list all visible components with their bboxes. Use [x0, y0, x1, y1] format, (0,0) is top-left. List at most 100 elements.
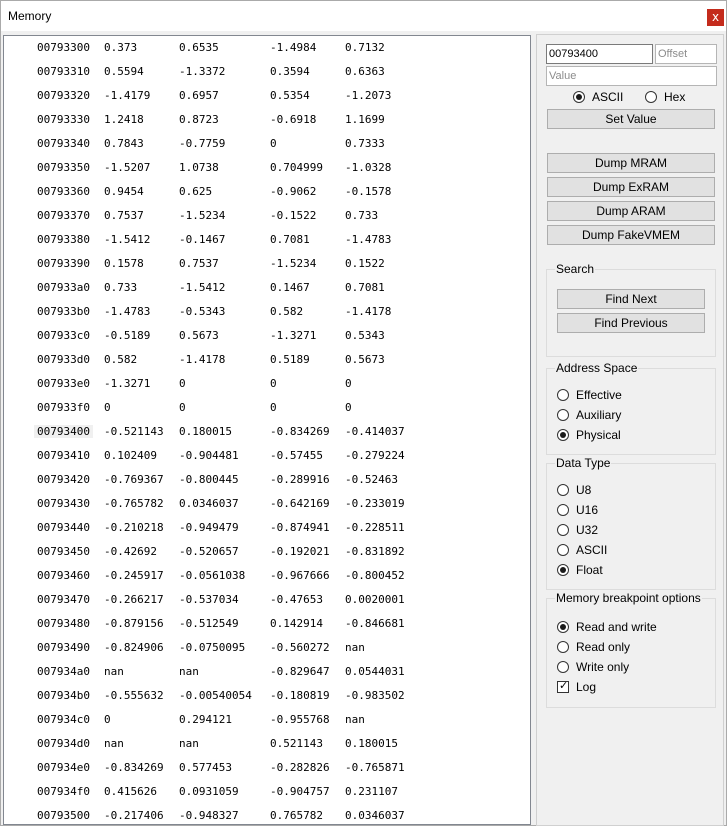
memory-row[interactable]: 007934c0 0 0.294121 -0.955768 nan [4, 708, 524, 732]
dump-exram-button[interactable]: Dump ExRAM [547, 177, 715, 197]
memory-value[interactable]: 0.8723 [179, 113, 219, 126]
memory-address[interactable]: 00793420 [34, 473, 93, 486]
memory-address[interactable]: 007933f0 [34, 401, 93, 414]
memory-row[interactable]: 007933f0 0 0 0 0 [4, 396, 524, 420]
memory-value[interactable]: -0.765782 [104, 497, 164, 510]
memory-value[interactable]: 0.0346037 [179, 497, 239, 510]
memory-value[interactable]: -0.904481 [179, 449, 239, 462]
memory-value[interactable]: 0.733 [104, 281, 137, 294]
memory-value[interactable]: -0.6918 [270, 113, 316, 126]
memory-row[interactable]: 007934b0 -0.555632 -0.00540054 -0.180819 -0.… [4, 684, 524, 708]
memory-address[interactable]: 00793310 [34, 65, 93, 78]
log-checkbox[interactable]: ✓ [557, 679, 569, 693]
memory-value[interactable]: 1.0738 [179, 161, 219, 174]
memory-row[interactable]: 007933e0 -1.3271 0 0 0 [4, 372, 524, 396]
memory-value[interactable]: 0.7132 [345, 41, 385, 54]
memory-address[interactable]: 007934d0 [34, 737, 93, 750]
auxiliary-radio[interactable] [557, 409, 569, 421]
memory-value[interactable]: 1.2418 [104, 113, 144, 126]
memory-address[interactable]: 00793450 [34, 545, 93, 558]
memory-value[interactable]: -0.9062 [270, 185, 316, 198]
memory-address[interactable]: 00793300 [34, 41, 93, 54]
memory-address[interactable]: 00793500 [34, 809, 93, 822]
memory-value[interactable]: -0.955768 [270, 713, 330, 726]
memory-value[interactable]: -0.00540054 [179, 689, 252, 702]
memory-value[interactable]: -1.0328 [345, 161, 391, 174]
memory-row[interactable]: 00793450 -0.42692 -0.520657 -0.192021 -0.831… [4, 540, 524, 564]
memory-value[interactable]: 0.625 [179, 185, 212, 198]
memory-row[interactable]: 007933d0 0.582 -1.4178 0.5189 0.5673 [4, 348, 524, 372]
memory-value[interactable]: -0.879156 [104, 617, 164, 630]
memory-address[interactable]: 00793330 [34, 113, 93, 126]
memory-row[interactable]: 007934a0 nan nan -0.829647 0.0544031 [4, 660, 524, 684]
memory-value[interactable]: 0.415626 [104, 785, 157, 798]
memory-value[interactable]: 0.7843 [104, 137, 144, 150]
memory-value[interactable]: -1.3271 [270, 329, 316, 342]
memory-value[interactable]: 0.7081 [345, 281, 385, 294]
memory-value[interactable]: 0 [104, 401, 111, 414]
memory-address[interactable]: 00793360 [34, 185, 93, 198]
memory-value[interactable]: 0.1467 [270, 281, 310, 294]
memory-value[interactable]: -0.245917 [104, 569, 164, 582]
memory-row[interactable]: 00793410 0.102409 -0.904481 -0.57455 -0.2792… [4, 444, 524, 468]
memory-row[interactable]: 00793390 0.1578 0.7537 -1.5234 0.1522 [4, 252, 524, 276]
memory-value[interactable]: 0.180015 [179, 425, 232, 438]
memory-value[interactable]: 0.5343 [345, 329, 385, 342]
memory-value[interactable]: -0.555632 [104, 689, 164, 702]
memory-value[interactable]: -0.983502 [345, 689, 405, 702]
memory-value[interactable]: nan [345, 713, 365, 726]
memory-value[interactable]: -0.967666 [270, 569, 330, 582]
u8-radio[interactable] [557, 484, 569, 496]
memory-value[interactable]: nan [179, 665, 199, 678]
memory-value[interactable]: 0.7537 [104, 209, 144, 222]
memory-value[interactable]: 0.5594 [104, 65, 144, 78]
memory-value[interactable]: 0.521143 [270, 737, 323, 750]
memory-value[interactable]: -1.5234 [179, 209, 225, 222]
dump-aram-button[interactable]: Dump ARAM [547, 201, 715, 221]
memory-value[interactable]: -1.5412 [179, 281, 225, 294]
memory-value[interactable]: -0.42692 [104, 545, 157, 558]
dump-fakevmem-button[interactable]: Dump FakeVMEM [547, 225, 715, 245]
memory-value[interactable]: 0.0544031 [345, 665, 405, 678]
memory-value[interactable]: -0.7759 [179, 137, 225, 150]
memory-value[interactable]: -1.4984 [270, 41, 316, 54]
memory-value[interactable]: 0.1522 [345, 257, 385, 270]
memory-row[interactable]: 00793480 -0.879156 -0.512549 0.142914 -0.846… [4, 612, 524, 636]
memory-row[interactable]: 00793330 1.2418 0.8723 -0.6918 1.1699 [4, 108, 524, 132]
memory-value[interactable]: -0.904757 [270, 785, 330, 798]
memory-value[interactable]: 0.180015 [345, 737, 398, 750]
memory-value[interactable]: -0.829647 [270, 665, 330, 678]
memory-row[interactable]: 00793380 -1.5412 -0.1467 0.7081 -1.4783 [4, 228, 524, 252]
memory-value[interactable]: -1.4783 [345, 233, 391, 246]
memory-value[interactable]: -0.0750095 [179, 641, 245, 654]
memory-value[interactable]: 0 [345, 377, 352, 390]
memory-value[interactable]: -0.5189 [104, 329, 150, 342]
memory-value[interactable]: 0.142914 [270, 617, 323, 630]
memory-value[interactable]: 0.577453 [179, 761, 232, 774]
memory-value[interactable]: -0.192021 [270, 545, 330, 558]
memory-value[interactable]: 0.733 [345, 209, 378, 222]
memory-value[interactable]: 0.5673 [179, 329, 219, 342]
memory-row[interactable]: 00793300 0.373 0.6535 -1.4984 0.7132 [4, 36, 524, 60]
memory-address[interactable]: 00793320 [34, 89, 93, 102]
memory-value[interactable]: -0.414037 [345, 425, 405, 438]
hex-radio[interactable] [645, 91, 657, 103]
address-input[interactable]: 00793400 [546, 44, 653, 64]
memory-value[interactable]: 0.3594 [270, 65, 310, 78]
memory-value[interactable]: 0.102409 [104, 449, 157, 462]
find-next-button[interactable]: Find Next [557, 289, 705, 309]
memory-row[interactable]: 007933b0 -1.4783 -0.5343 0.582 -1.4178 [4, 300, 524, 324]
memory-row[interactable]: 007933a0 0.733 -1.5412 0.1467 0.7081 [4, 276, 524, 300]
write-only-radio[interactable] [557, 661, 569, 673]
memory-value[interactable]: -0.800452 [345, 569, 405, 582]
memory-address[interactable]: 00793390 [34, 257, 93, 270]
memory-address[interactable]: 007933a0 [34, 281, 93, 294]
memory-address[interactable]: 00793410 [34, 449, 93, 462]
memory-value[interactable]: 0 [270, 401, 277, 414]
memory-value[interactable]: -1.5412 [104, 233, 150, 246]
memory-value[interactable]: -0.874941 [270, 521, 330, 534]
memory-row[interactable]: 00793490 -0.824906 -0.0750095 -0.560272 nan [4, 636, 524, 660]
memory-value[interactable]: 0.0020001 [345, 593, 405, 606]
memory-value[interactable]: -0.233019 [345, 497, 405, 510]
memory-value[interactable]: -0.769367 [104, 473, 164, 486]
